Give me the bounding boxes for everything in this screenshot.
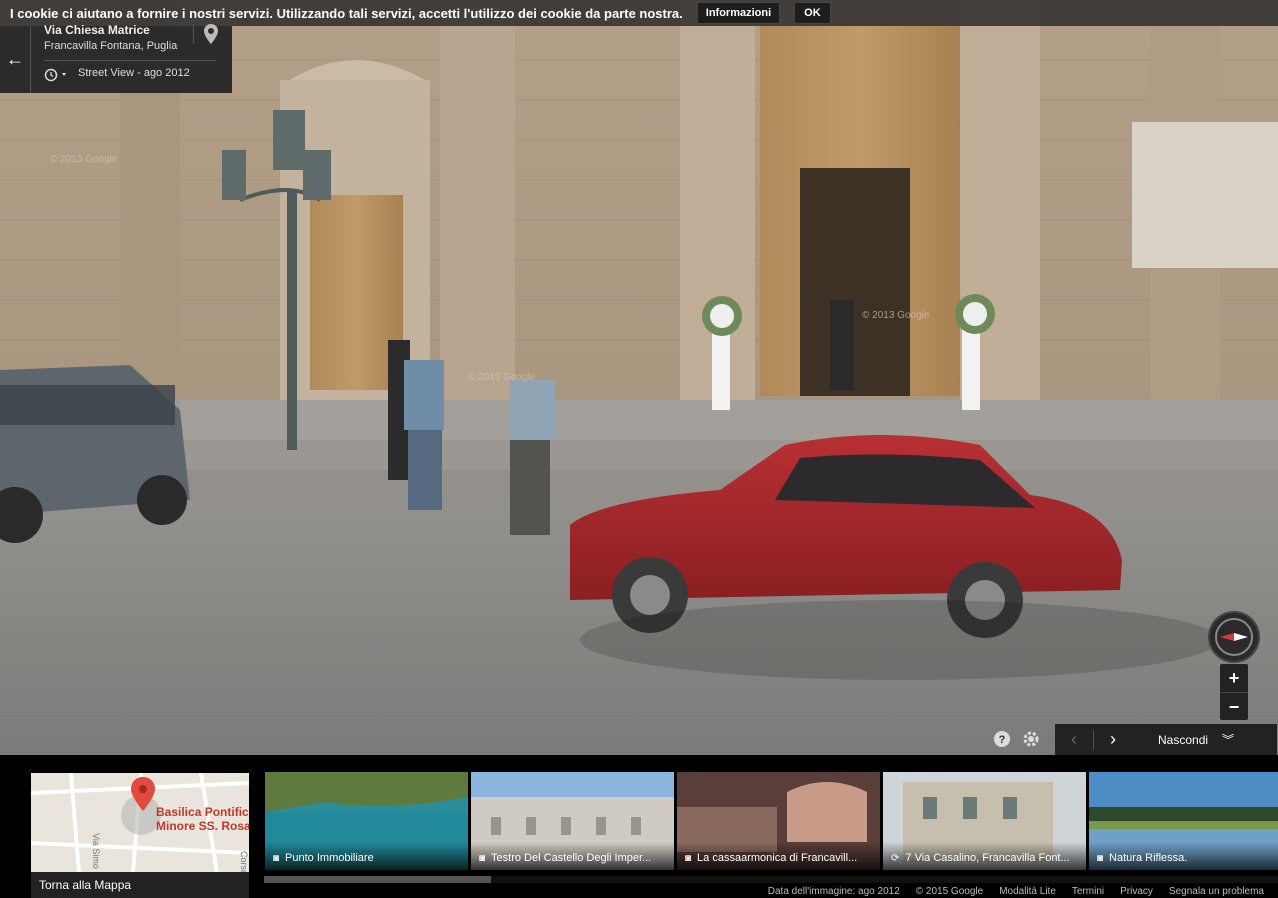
privacy-link[interactable]: Privacy [1120,886,1153,898]
minimap-place-line1: Basilica Pontific [156,805,249,819]
city-name: Francavilla Fontana, Puglia [44,40,178,52]
thumbnail-title: Natura Riflessa. [1109,852,1188,864]
strip-scrollbar[interactable] [264,876,491,883]
camera-icon: ◙ [685,853,692,864]
imagery-date: Street View - ago 2012 [78,67,190,79]
cookie-bar: I cookie ci aiutano a fornire i nostri s… [0,0,1278,26]
minimap-place-line2: Minore SS. Rosa [156,819,249,833]
watermark-text: © 2013 Google [50,154,118,165]
compass-icon[interactable] [1210,613,1258,661]
photo-thumbnail[interactable]: ◙ La cassaarmonica di Francavill... [677,772,880,870]
camera-icon: ◙ [273,853,280,864]
watermark-text: © 2013 Google [862,310,930,321]
watermark-text: © 2013 Google [468,372,536,383]
double-chevron-down-icon[interactable]: ︾ [1222,731,1234,748]
card-divider [44,60,216,61]
chevron-left-icon[interactable]: ‹ [1055,729,1093,750]
cookie-info-button[interactable]: Informazioni [696,2,781,24]
zoom-out-button[interactable]: − [1220,693,1248,721]
terms-link[interactable]: Termini [1072,886,1104,898]
photo-thumbnail[interactable]: ◙ Punto Immobiliare [265,772,468,870]
bottom-strip: Basilica Pontific Minore SS. Rosa Via Si… [0,755,1278,898]
zoom-in-button[interactable]: + [1220,664,1248,692]
photo-thumbnail[interactable]: ⟳ 7 Via Casalino, Francavilla Font... [883,772,1086,870]
cookie-message: I cookie ci aiutano a fornire i nostri s… [10,5,683,21]
photo-strip-nav: ‹ › Nascondi ︾ [1055,724,1277,755]
photo-thumbnail[interactable]: ◙ Testro Del Castello Degli Imper... [471,772,674,870]
thumbnail-title: La cassaarmonica di Francavill... [697,852,858,864]
map-pin-icon[interactable] [193,24,218,44]
history-clock-icon[interactable] [44,68,68,82]
lite-mode-link[interactable]: Modalità Lite [999,886,1056,898]
chevron-right-icon[interactable]: › [1094,729,1132,750]
street-name: Via Chiesa Matrice [44,23,150,37]
thumbnail-title: 7 Via Casalino, Francavilla Font... [905,852,1070,864]
thumbnail-title: Punto Immobiliare [285,852,374,864]
panorama-icon: ⟳ [891,853,900,864]
report-problem-link[interactable]: Segnala un problema [1169,886,1264,898]
minimap[interactable]: Basilica Pontific Minore SS. Rosa Via Si… [31,773,249,898]
thumbnail-title: Testro Del Castello Degli Imper... [491,852,652,864]
minimap-place-label: Basilica Pontific Minore SS. Rosa [156,805,249,833]
help-icon[interactable]: ? [993,730,1011,748]
cookie-ok-button[interactable]: OK [794,2,831,24]
camera-icon: ◙ [479,853,486,864]
back-arrow-icon[interactable]: ← [0,26,31,93]
copyright: © 2015 Google [915,886,984,897]
gear-icon[interactable] [1022,730,1040,748]
footer: Data dell'immagine: ago 2012 © 2015 Goog… [768,886,1278,898]
svg-text:?: ? [999,734,1006,746]
photo-thumbnail[interactable]: ◙ Natura Riflessa. [1089,772,1278,870]
hide-strip-button[interactable]: Nascondi [1158,733,1208,747]
back-to-map-button[interactable]: Torna alla Mappa [31,872,249,898]
street-view-panorama[interactable]: © 2013 Google © 2013 Google © 2013 Googl… [0,0,1278,755]
location-card: ← Via Chiesa Matrice Francavilla Fontana… [0,23,232,93]
camera-icon: ◙ [1097,853,1104,864]
image-date: Data dell'immagine: ago 2012 [767,886,900,897]
minimap-street-label: Via Simo [91,833,101,869]
zoom-control: + − [1220,664,1248,720]
